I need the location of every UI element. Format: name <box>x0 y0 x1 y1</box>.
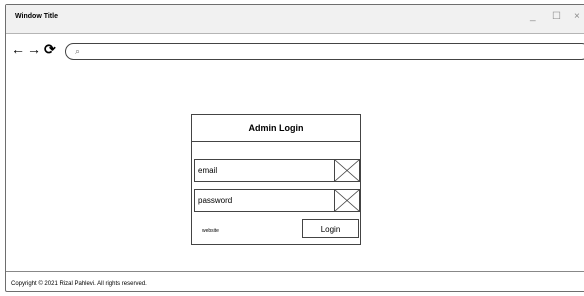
image-placeholder-icon <box>334 189 360 212</box>
title-bar: Window Title _ ☐ × <box>6 5 584 34</box>
reload-icon[interactable]: ⟳ <box>44 41 56 57</box>
minimize-icon[interactable]: _ <box>530 11 536 23</box>
forward-arrow-icon[interactable]: → <box>27 41 41 57</box>
navigation-bar: ← → ⟳ ⌕ <box>6 34 584 66</box>
password-field[interactable]: password <box>194 189 360 212</box>
back-arrow-icon[interactable]: ← <box>11 41 25 57</box>
login-panel: Admin Login email password website Login <box>191 114 361 245</box>
email-field[interactable]: email <box>194 159 360 182</box>
close-icon[interactable]: × <box>574 11 580 23</box>
email-label: email <box>198 166 218 175</box>
copyright-text: Copyright © 2021 Rizal Pahlevi. All righ… <box>11 281 147 287</box>
login-button[interactable]: Login <box>302 219 359 238</box>
login-title: Admin Login <box>192 115 360 142</box>
address-bar[interactable]: ⌕ <box>65 43 584 60</box>
browser-window: Window Title _ ☐ × ← → ⟳ ⌕ Admin Login e… <box>5 4 584 292</box>
search-icon: ⌕ <box>75 46 81 56</box>
maximize-icon[interactable]: ☐ <box>552 11 561 23</box>
website-link[interactable]: website <box>202 228 219 234</box>
footer: Copyright © 2021 Rizal Pahlevi. All righ… <box>6 271 584 293</box>
password-label: password <box>198 196 233 205</box>
window-title: Window Title <box>15 13 58 20</box>
image-placeholder-icon <box>334 159 360 182</box>
